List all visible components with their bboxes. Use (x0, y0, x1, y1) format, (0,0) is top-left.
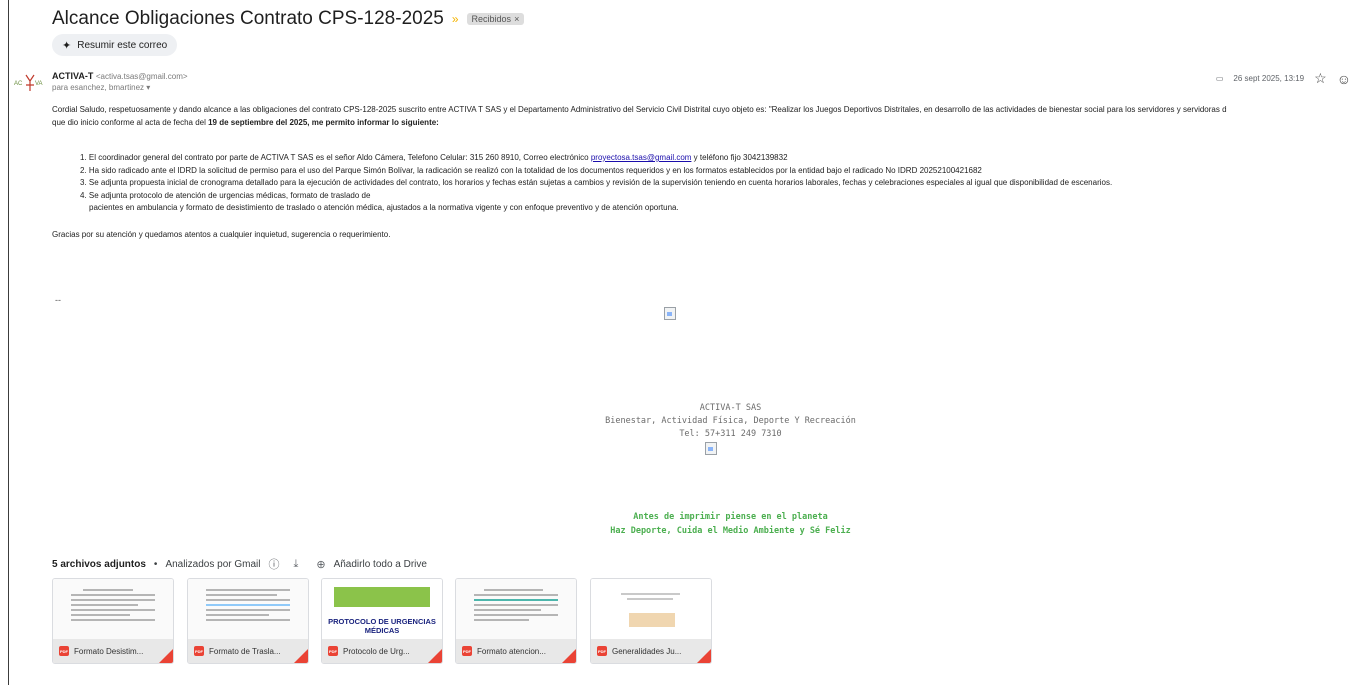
subject-row: Alcance Obligaciones Contrato CPS-128-20… (52, 8, 525, 30)
attachment-name: Formato atencion... (477, 646, 546, 656)
attachment-card[interactable]: PDF Generalidades Ju... (590, 578, 712, 664)
attachment-thumbnail (456, 579, 576, 639)
thumbnail-image (629, 613, 675, 627)
signature-company: ACTIVA-T SAS (699, 403, 762, 413)
signature-phone: Tel: 57+311 249 7310 (679, 429, 782, 439)
attachment-thumbnail (188, 579, 308, 639)
broken-image-icon (705, 442, 717, 455)
add-to-drive-button[interactable]: Añadirlo todo a Drive (334, 559, 427, 570)
list-item-continuation: pacientes en ambulancia y formato de des… (89, 203, 679, 212)
message-meta: ▭ 26 sept 2025, 13:19 ☆ ☺ (1216, 70, 1351, 87)
attachment-card[interactable]: PDF Formato Desistim... (52, 578, 174, 664)
attachment-name: Protocolo de Urg... (343, 646, 410, 656)
info-icon[interactable]: ⓘ (268, 556, 279, 572)
thumbnail-title: PROTOCOLO DE URGENCIAS MÉDICAS (328, 617, 436, 635)
sender-avatar[interactable]: AC VA (14, 68, 44, 98)
corner-fold-icon (159, 649, 173, 663)
body-paragraph-1: Cordial Saludo, respetuosamente y dando … (52, 105, 1227, 114)
pdf-icon: PDF (194, 646, 204, 656)
attachment-card[interactable]: PDF Formato atencion... (455, 578, 577, 664)
attachment-footer: PDF Generalidades Ju... (591, 639, 711, 663)
attachment-name: Formato Desistim... (74, 646, 144, 656)
importance-marker-icon[interactable]: » (452, 12, 459, 26)
closing-text: Gracias por su atención y quedamos atent… (52, 230, 391, 239)
attachment-footer: PDF Formato atencion... (456, 639, 576, 663)
list-item: 3. Se adjunta propuesta inicial de crono… (80, 178, 1113, 187)
download-icon[interactable]: ⤓ (293, 558, 298, 571)
pdf-icon: PDF (59, 646, 69, 656)
pdf-icon: PDF (462, 646, 472, 656)
attachments-header: 5 archivos adjuntos • Analizados por Gma… (52, 556, 427, 572)
summarize-email-button[interactable]: ✦ Resumir este correo (52, 34, 178, 56)
sender-name[interactable]: ACTIVA-T (52, 71, 93, 81)
label-chip-text: Recibidos (471, 14, 512, 24)
signature-green-1: Antes de imprimir piense en el planeta (633, 512, 828, 522)
list-item: 2. Ha sido radicado ante el IDRD la soli… (80, 165, 982, 175)
body-paragraph-2: que dio inicio conforme al acta de fecha… (52, 118, 439, 127)
attachment-card[interactable]: PROTOCOLO DE URGENCIAS MÉDICAS PDF Proto… (321, 578, 443, 664)
attachment-thumbnail (591, 579, 711, 639)
attachment-name: Formato de Trasla... (209, 646, 281, 656)
summarize-label: Resumir este correo (77, 39, 168, 51)
para2-bold: 19 de septiembre del 2025, me permito in… (208, 118, 439, 127)
attachment-thumbnail: PROTOCOLO DE URGENCIAS MÉDICAS (322, 579, 442, 639)
attachment-card[interactable]: PDF Formato de Trasla... (187, 578, 309, 664)
attachment-indicator-icon: ▭ (1215, 74, 1224, 83)
drive-icon[interactable]: ⊕ (316, 558, 325, 571)
attachment-footer: PDF Protocolo de Urg... (322, 639, 442, 663)
emoji-icon[interactable]: ☺ (1337, 71, 1351, 87)
email-subject: Alcance Obligaciones Contrato CPS-128-20… (52, 8, 444, 29)
activa-logo-icon: AC VA (14, 74, 43, 91)
attachment-footer: PDF Formato Desistim... (53, 639, 173, 663)
recipients-line[interactable]: para esanchez, bmartinez ▾ (52, 83, 150, 92)
spark-icon: ✦ (62, 39, 72, 52)
para2-text: que dio inicio conforme al acta de fecha… (52, 118, 209, 127)
signature-green-2: Haz Deporte, Cuida el Medio Ambiente y S… (610, 526, 851, 536)
bullet-separator: • (153, 558, 158, 570)
label-chip-inbox[interactable]: Recibidos × (466, 13, 525, 25)
sender-email: <activa.tsas@gmail.com> (95, 72, 188, 81)
attachment-thumbnail (53, 579, 173, 639)
thumbnail-banner (334, 587, 430, 607)
list-item: 4. Se adjunta protocolo de atención de u… (80, 190, 371, 200)
chevron-down-icon[interactable]: ▾ (146, 83, 150, 92)
signature-tagline: Bienestar, Actividad Física, Deporte Y R… (605, 416, 856, 426)
scanned-by-gmail: Analizados por Gmail (165, 558, 261, 570)
attachment-footer: PDF Formato de Trasla... (188, 639, 308, 663)
close-icon[interactable]: × (514, 14, 519, 24)
star-icon[interactable]: ☆ (1314, 70, 1327, 87)
item1-post: y teléfono fijo 3042139832 (691, 153, 788, 162)
window-border (8, 0, 9, 685)
corner-fold-icon (562, 649, 576, 663)
corner-fold-icon (294, 649, 308, 663)
corner-fold-icon (428, 649, 442, 663)
message-date: 26 sept 2025, 13:19 (1233, 74, 1305, 83)
broken-image-icon (664, 307, 676, 320)
pdf-icon: PDF (328, 646, 338, 656)
list-item: 1. El coordinador general del contrato p… (80, 152, 1112, 165)
signature-separator: -- (55, 295, 61, 305)
obligations-list: 1. El coordinador general del contrato p… (80, 152, 1112, 215)
item1-text: 1. El coordinador general del contrato p… (80, 153, 591, 162)
attachment-name: Generalidades Ju... (612, 646, 682, 656)
recipients-text: para esanchez, bmartinez (52, 83, 145, 92)
attachments-count: 5 archivos adjuntos (52, 558, 146, 570)
corner-fold-icon (697, 649, 711, 663)
email-link[interactable]: proyectosa.tsas@gmail.com (591, 153, 692, 162)
svg-text:VA: VA (35, 81, 43, 87)
pdf-icon: PDF (597, 646, 607, 656)
svg-text:AC: AC (14, 81, 23, 87)
sender-line: ACTIVA-T <activa.tsas@gmail.com> (52, 71, 188, 81)
